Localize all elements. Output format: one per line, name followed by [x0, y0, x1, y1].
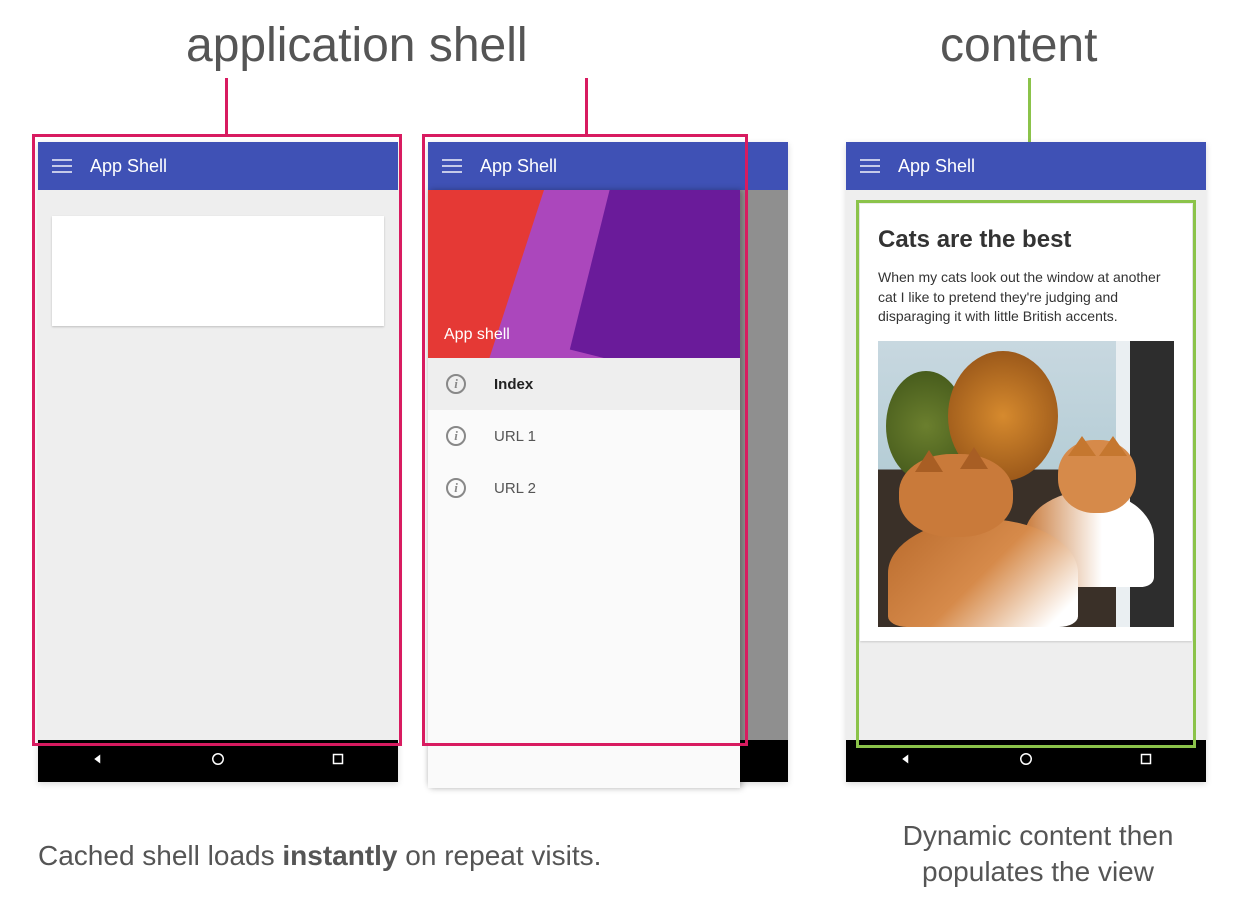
leader-line-shell-right [585, 78, 588, 136]
phone-body [38, 190, 398, 740]
article-body: When my cats look out the window at anot… [878, 268, 1174, 327]
caption-shell: Cached shell loads instantly on repeat v… [38, 840, 601, 872]
placeholder-card [52, 216, 384, 326]
article-image [878, 341, 1174, 627]
info-icon: i [446, 478, 466, 498]
info-icon: i [446, 374, 466, 394]
drawer-item-url1[interactable]: i URL 1 [428, 410, 740, 462]
home-icon[interactable] [1017, 750, 1035, 773]
caption-content: Dynamic content then populates the view [858, 818, 1218, 891]
phone-shell-empty: App Shell [38, 142, 398, 782]
toolbar-title: App Shell [480, 156, 557, 177]
app-toolbar: App Shell [38, 142, 398, 190]
caption-shell-pre: Cached shell loads [38, 840, 282, 871]
back-icon[interactable] [897, 750, 915, 773]
leader-line-shell-left [225, 78, 228, 136]
info-icon: i [446, 426, 466, 446]
app-toolbar: App Shell [428, 142, 788, 190]
phone-shell-drawer: App Shell App shell i Index i URL 1 i UR… [428, 142, 788, 782]
content-card: Cats are the best When my cats look out … [860, 204, 1192, 641]
drawer-item-label: URL 2 [494, 480, 536, 497]
drawer-item-label: URL 1 [494, 428, 536, 445]
nav-drawer: App shell i Index i URL 1 i URL 2 [428, 190, 740, 788]
drawer-list: i Index i URL 1 i URL 2 [428, 358, 740, 514]
phone-body: App shell i Index i URL 1 i URL 2 [428, 190, 788, 740]
caption-shell-post: on repeat visits. [398, 840, 602, 871]
back-icon[interactable] [89, 750, 107, 773]
hamburger-icon[interactable] [52, 159, 72, 173]
home-icon[interactable] [209, 750, 227, 773]
drawer-item-url2[interactable]: i URL 2 [428, 462, 740, 514]
android-navbar [38, 740, 398, 782]
drawer-item-index[interactable]: i Index [428, 358, 740, 410]
android-navbar [846, 740, 1206, 782]
hamburger-icon[interactable] [860, 159, 880, 173]
heading-application-shell: application shell [186, 18, 528, 73]
app-toolbar: App Shell [846, 142, 1206, 190]
heading-content: content [940, 18, 1097, 73]
drawer-item-label: Index [494, 376, 533, 393]
phone-content: App Shell Cats are the best When my cats… [846, 142, 1206, 782]
article-title: Cats are the best [878, 226, 1174, 254]
drawer-header-title: App shell [444, 326, 510, 344]
recents-icon[interactable] [1137, 750, 1155, 773]
recents-icon[interactable] [329, 750, 347, 773]
hamburger-icon[interactable] [442, 159, 462, 173]
drawer-header: App shell [428, 190, 740, 358]
caption-shell-strong: instantly [282, 840, 397, 871]
phone-body: Cats are the best When my cats look out … [846, 190, 1206, 740]
toolbar-title: App Shell [898, 156, 975, 177]
toolbar-title: App Shell [90, 156, 167, 177]
